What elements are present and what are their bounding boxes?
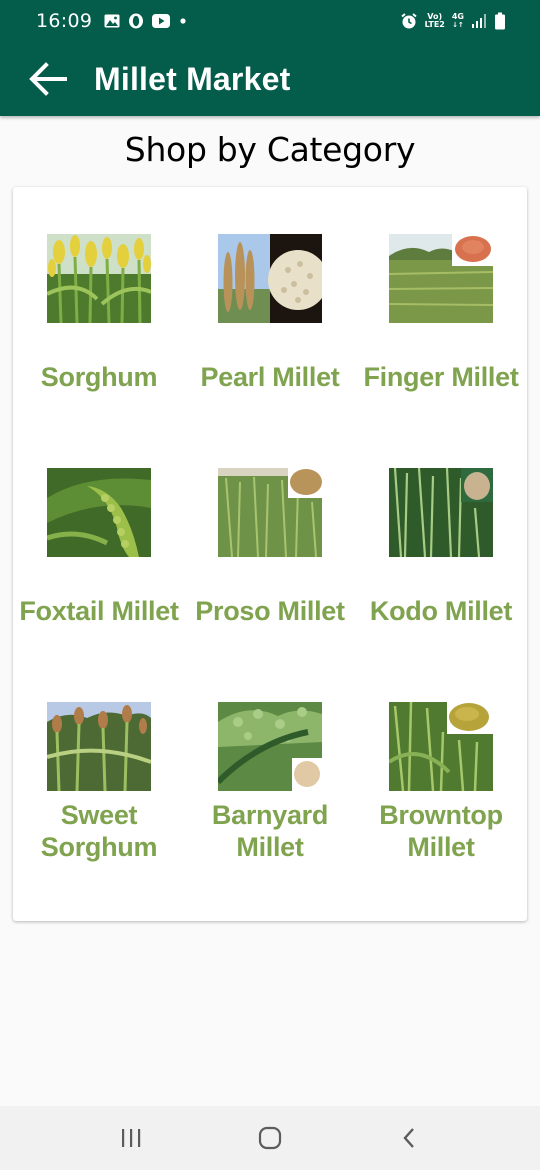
category-sorghum[interactable]: Sorghum (13, 187, 185, 421)
category-label: Sorghum (40, 362, 158, 392)
category-label: Sweet Sorghum (3, 799, 195, 863)
status-right-icons: Vo) LTE2 4G ↓↑ (400, 12, 506, 30)
battery-icon (495, 12, 505, 30)
category-label-line1: Browntop (379, 800, 503, 830)
sorghum-image (47, 234, 151, 323)
system-nav-bar (0, 1106, 540, 1170)
youtube-icon (152, 14, 171, 28)
volte-bottom-text: LTE2 (424, 20, 445, 29)
status-time: 16:09 (36, 10, 93, 32)
signal-icon (472, 14, 486, 28)
category-label-line1: Sweet (60, 800, 138, 830)
proso-millet-image (218, 468, 322, 557)
status-left-icons (104, 13, 188, 29)
category-browntop-millet[interactable]: Browntop Millet (355, 655, 527, 889)
status-bar: 16:09 Vo) LTE2 4G ↓↑ (0, 0, 540, 42)
category-card: Sorghum Pearl Millet Finger Millet Foxta… (13, 187, 527, 921)
4g-indicator: 4G ↓↑ (451, 12, 464, 30)
category-foxtail-millet[interactable]: Foxtail Millet (13, 421, 185, 655)
system-back-button[interactable] (379, 1108, 439, 1168)
app-bar: Millet Market (0, 42, 540, 116)
dot-icon (180, 18, 186, 24)
home-button[interactable] (240, 1108, 300, 1168)
category-barnyard-millet[interactable]: Barnyard Millet (184, 655, 356, 889)
category-label: Barnyard Millet (174, 799, 366, 863)
category-proso-millet[interactable]: Proso Millet (184, 421, 356, 655)
opera-icon (129, 13, 144, 29)
category-grid: Sorghum Pearl Millet Finger Millet Foxta… (13, 187, 527, 921)
sweet-sorghum-image (47, 702, 151, 791)
kodo-millet-image (389, 468, 493, 557)
category-label: Finger Millet (363, 362, 519, 392)
recent-apps-icon (122, 1129, 141, 1147)
category-kodo-millet[interactable]: Kodo Millet (355, 421, 527, 655)
volte-indicator: Vo) LTE2 (425, 13, 445, 29)
foxtail-millet-image (47, 468, 151, 557)
category-label-line1: Barnyard (211, 800, 329, 830)
data-arrows-icon: ↓↑ (452, 21, 464, 29)
category-label: Kodo Millet (369, 596, 513, 626)
category-label-line2: Millet (236, 832, 304, 862)
category-label: Proso Millet (195, 596, 345, 626)
category-finger-millet[interactable]: Finger Millet (355, 187, 527, 421)
category-label: Pearl Millet (200, 362, 340, 392)
pearl-millet-image (218, 234, 322, 323)
home-icon (258, 1126, 282, 1150)
browntop-millet-image (389, 702, 493, 791)
gallery-icon (104, 14, 120, 28)
category-label: Browntop Millet (345, 799, 537, 863)
category-pearl-millet[interactable]: Pearl Millet (184, 187, 356, 421)
category-label-line2: Sorghum (40, 832, 158, 862)
section-title: Shop by Category (124, 130, 416, 169)
alarm-icon (400, 13, 417, 29)
barnyard-millet-image (218, 702, 322, 791)
category-label-line2: Millet (407, 832, 475, 862)
arrow-left-icon (29, 62, 67, 96)
back-button[interactable] (22, 53, 74, 105)
app-title: Millet Market (94, 60, 291, 97)
recent-apps-button[interactable] (101, 1108, 161, 1168)
finger-millet-image (389, 234, 493, 323)
back-chevron-icon (403, 1128, 414, 1148)
category-sweet-sorghum[interactable]: Sweet Sorghum (13, 655, 185, 889)
network-type-text: 4G (451, 12, 464, 21)
category-label: Foxtail Millet (19, 596, 179, 626)
